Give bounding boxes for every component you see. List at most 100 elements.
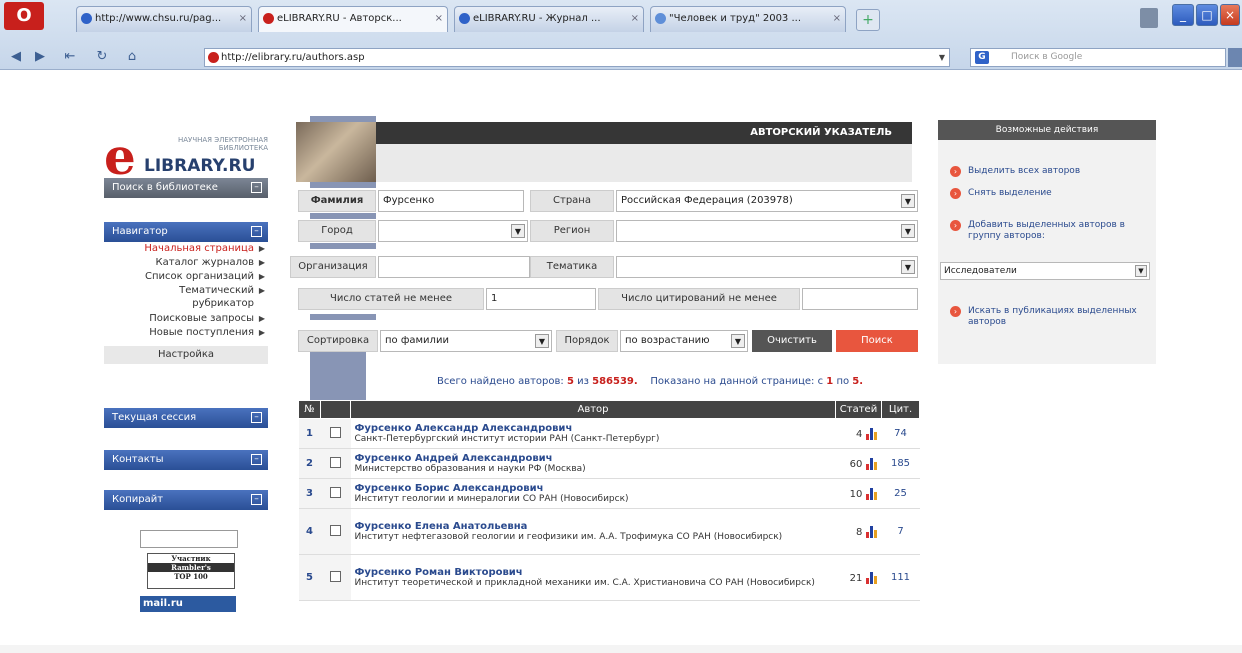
chevron-down-icon[interactable]: ▼	[901, 260, 915, 274]
chevron-down-icon[interactable]: ▼	[934, 48, 950, 67]
articles-count-link[interactable]: 8	[856, 527, 862, 538]
elibrary-logo[interactable]: e НАУЧНАЯ ЭЛЕКТРОННАЯ БИБЛИОТЕКА LIBRARY…	[104, 130, 274, 182]
topic-select[interactable]: ▼	[616, 256, 918, 278]
sidebar-item-settings[interactable]: Настройка	[104, 346, 268, 364]
table-row: 5 Фурсенко Роман Викторович Институт теоре…	[298, 554, 920, 601]
surname-input[interactable]: Фурсенко	[378, 190, 524, 212]
group-select[interactable]: Исследователи ▼	[940, 262, 1150, 280]
search-field[interactable]: G Поиск в Google	[970, 48, 1226, 67]
find-publications-link[interactable]: › Искать в публикациях выделенных авторо…	[950, 306, 1150, 328]
rewind-icon[interactable]: ⇤	[60, 48, 80, 66]
row-checkbox[interactable]	[330, 570, 341, 582]
new-tab-button[interactable]: +	[856, 9, 880, 31]
citations-link[interactable]: 111	[881, 554, 920, 601]
chevron-down-icon[interactable]: ▼	[535, 334, 549, 348]
sidebar-session-header[interactable]: Текущая сессия –	[104, 408, 268, 428]
expand-icon[interactable]: –	[251, 182, 262, 193]
articles-count-link[interactable]: 10	[850, 489, 863, 500]
search-button[interactable]: Поиск	[836, 330, 918, 352]
min-citations-input[interactable]	[802, 288, 918, 310]
tab-chelovek-i-trud[interactable]: "Человек и труд" 2003 ... ×	[650, 6, 846, 32]
sidebar-search-header[interactable]: Поиск в библиотеке –	[104, 178, 268, 198]
sidebar-item-journals[interactable]: Каталог журналов ▶	[104, 256, 268, 270]
address-bar[interactable]: http://elibrary.ru/authors.asp	[204, 48, 950, 67]
bar-chart-icon[interactable]	[865, 525, 878, 538]
deselect-link[interactable]: › Снять выделение	[950, 188, 1052, 199]
action-bullet-icon: ›	[950, 188, 961, 199]
organization-input[interactable]	[378, 256, 530, 278]
row-checkbox[interactable]	[330, 426, 341, 438]
sidebar-navigator-header[interactable]: Навигатор –	[104, 222, 268, 242]
articles-count-link[interactable]: 21	[850, 573, 863, 584]
chevron-down-icon[interactable]: ▼	[901, 224, 915, 238]
tab-elibrary-journal[interactable]: eLIBRARY.RU - Журнал ... ×	[454, 6, 644, 32]
author-name-link[interactable]: Фурсенко Роман Викторович	[355, 567, 832, 578]
tab-chsu[interactable]: http://www.chsu.ru/pag... ×	[76, 6, 252, 32]
expand-icon[interactable]: –	[251, 412, 262, 423]
sidebar-item-new-arrivals[interactable]: Новые поступления ▶	[104, 326, 268, 340]
row-checkbox-cell	[320, 448, 351, 479]
row-checkbox[interactable]	[330, 524, 341, 536]
clear-button[interactable]: Очистить	[752, 330, 832, 352]
nav-label: Список организаций	[145, 271, 254, 282]
reload-icon[interactable]: ↻	[92, 48, 112, 66]
sidebar-copyright-header[interactable]: Копирайт –	[104, 490, 268, 510]
trash-icon[interactable]	[1140, 8, 1158, 28]
chevron-down-icon[interactable]: ▼	[731, 334, 745, 348]
articles-count-link[interactable]: 4	[856, 429, 862, 440]
row-checkbox[interactable]	[330, 456, 341, 468]
chevron-down-icon[interactable]: ▼	[1135, 265, 1147, 277]
bar-chart-icon[interactable]	[865, 571, 878, 584]
back-icon[interactable]: ◀	[6, 48, 26, 66]
citations-link[interactable]: 185	[881, 448, 920, 479]
country-select[interactable]: Российская Федерация (203978) ▼	[616, 190, 918, 212]
min-articles-input[interactable]: 1	[486, 288, 596, 310]
sidebar-item-queries[interactable]: Поисковые запросы ▶	[104, 312, 268, 326]
sidebar-item-organizations[interactable]: Список организаций ▶	[104, 270, 268, 284]
city-select[interactable]: ▼	[378, 220, 528, 242]
citations-link[interactable]: 74	[881, 418, 920, 449]
row-checkbox[interactable]	[330, 486, 341, 498]
expand-icon[interactable]: –	[251, 454, 262, 465]
close-icon[interactable]: ×	[239, 7, 247, 31]
add-to-group-link[interactable]: › Добавить выделенных авторов в группу а…	[950, 220, 1156, 242]
close-icon[interactable]: ×	[833, 7, 841, 31]
expand-icon[interactable]: –	[251, 494, 262, 505]
bar-chart-icon[interactable]	[865, 487, 878, 500]
author-name-link[interactable]: Фурсенко Андрей Александрович	[355, 453, 832, 464]
order-select[interactable]: по возрастанию ▼	[620, 330, 748, 352]
chevron-down-icon[interactable]: ▼	[511, 224, 525, 238]
citations-link[interactable]: 7	[881, 508, 920, 555]
mailru-counter[interactable]: mail.ru	[140, 596, 236, 612]
maximize-button[interactable]: □	[1196, 4, 1218, 26]
author-name-link[interactable]: Фурсенко Елена Анатольевна	[355, 521, 832, 532]
country-label: Страна	[530, 190, 614, 212]
forward-icon[interactable]: ▶	[30, 48, 50, 66]
close-icon[interactable]: ×	[631, 7, 639, 31]
opera-menu-button[interactable]: O	[4, 2, 44, 30]
tab-elibrary-authors[interactable]: eLIBRARY.RU - Авторск... ×	[258, 6, 448, 32]
action-label: Выделить всех авторов	[968, 166, 1081, 176]
close-window-button[interactable]: ×	[1220, 4, 1240, 26]
articles-count-link[interactable]: 60	[850, 459, 863, 470]
rambler-top100-counter[interactable]: Участник Rambler's TOP 100	[147, 553, 235, 589]
home-icon[interactable]: ⌂	[122, 48, 142, 66]
author-name-link[interactable]: Фурсенко Борис Александрович	[355, 483, 832, 494]
author-name-link[interactable]: Фурсенко Александр Александрович	[355, 423, 832, 434]
sidebar-item-rubricator[interactable]: Тематический рубрикатор ▶	[104, 284, 268, 312]
minimize-button[interactable]: _	[1172, 4, 1194, 26]
search-icon[interactable]	[1228, 48, 1242, 67]
bar-chart-icon[interactable]	[865, 457, 878, 470]
close-icon[interactable]: ×	[435, 7, 443, 31]
region-select[interactable]: ▼	[616, 220, 918, 242]
select-all-link[interactable]: › Выделить всех авторов	[950, 166, 1080, 177]
collapse-icon[interactable]: –	[251, 226, 262, 237]
chevron-down-icon[interactable]: ▼	[901, 194, 915, 208]
sort-select[interactable]: по фамилии ▼	[380, 330, 552, 352]
sidebar-contacts-header[interactable]: Контакты –	[104, 450, 268, 470]
decor-column	[310, 352, 366, 400]
sidebar-item-home[interactable]: Начальная страница ▶	[104, 242, 268, 256]
citations-link[interactable]: 25	[881, 478, 920, 509]
bar-chart-icon[interactable]	[865, 427, 878, 440]
search-engine-icon[interactable]: G	[975, 51, 989, 64]
